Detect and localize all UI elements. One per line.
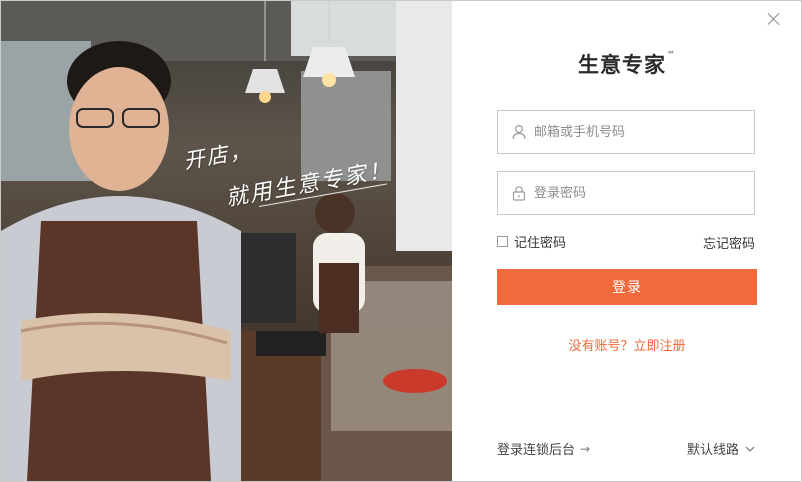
remember-checkbox[interactable] xyxy=(497,235,508,247)
shop-scene xyxy=(1,1,452,481)
password-input[interactable] xyxy=(534,172,744,214)
close-icon[interactable] xyxy=(767,12,781,26)
arrow-right-icon: → xyxy=(580,441,591,456)
password-field[interactable] xyxy=(497,171,755,215)
remember-password[interactable]: 记住密码 xyxy=(497,233,567,251)
remember-label: 记住密码 xyxy=(514,235,567,251)
lock-icon xyxy=(512,186,526,201)
chain-backend-link[interactable]: 登录连锁后台 → xyxy=(497,439,591,459)
login-window: 开店， 就用生意专家！ 生意专家™ 记住密码 忘记密码 登录 没有账号？立即注册… xyxy=(0,0,802,482)
user-icon xyxy=(512,124,526,140)
brand-name: 生意专家 xyxy=(578,53,666,77)
chevron-down-icon xyxy=(745,446,755,452)
trademark-symbol: ™ xyxy=(667,50,676,59)
forgot-password-link[interactable]: 忘记密码 xyxy=(703,233,755,252)
chain-backend-label: 登录连锁后台 xyxy=(497,443,576,458)
hero-photo: 开店， 就用生意专家！ xyxy=(1,1,452,481)
username-input[interactable] xyxy=(534,111,744,153)
register-link[interactable]: 没有账号？立即注册 xyxy=(497,335,757,354)
brand-logo: 生意专家™ xyxy=(578,49,675,79)
line-select-dropdown[interactable]: 默认线路 xyxy=(687,439,755,458)
username-field[interactable] xyxy=(497,110,755,154)
login-button[interactable]: 登录 xyxy=(497,269,757,305)
line-select-label: 默认线路 xyxy=(686,443,739,458)
